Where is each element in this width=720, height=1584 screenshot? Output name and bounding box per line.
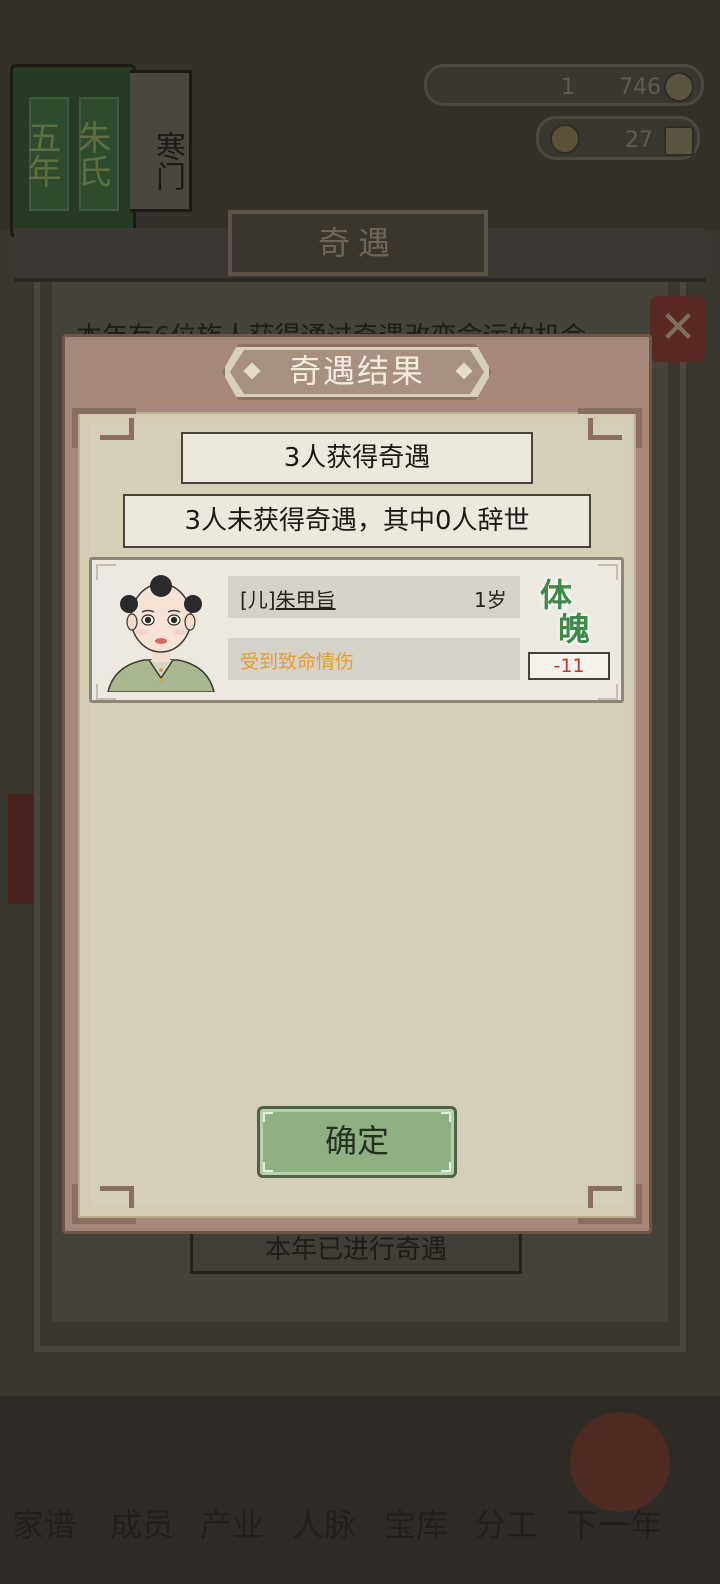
frame-corner-inner [100,418,134,440]
frame-corner-inner [588,418,622,440]
stat-name-physique: 体 魄 [540,578,606,648]
nav-next-year[interactable]: 下一年 [566,1500,662,1546]
book-tag-year: 五年 [21,97,69,211]
close-icon: ✕ [659,302,697,353]
resource-value-2: 746 [619,75,661,100]
confirm-button-label[interactable]: 确定 [257,1106,457,1178]
member-name-line: [儿]朱甲旨 [240,584,336,613]
modal-title: 奇遇结果 [288,352,425,390]
book-side-label: 寒门 [130,70,192,212]
frame-corner-inner [588,1186,622,1208]
nav-industry[interactable]: 产业 [200,1500,264,1546]
lantern-icon [570,1412,670,1512]
resource-pill-silver: 1 746 [424,64,704,106]
side-tab [8,794,34,904]
coin-icon [664,72,694,102]
resource-value-3: 27 [625,128,653,153]
card-corner [598,684,618,700]
member-relation: [儿] [240,588,276,612]
summary-no-encounter: 3人未获得奇遇，其中0人辞世 [123,494,591,548]
stat-name-char-2: 魄 [558,610,591,648]
nav-treasury[interactable]: 宝库 [384,1500,448,1546]
outer-panel-title: 奇遇 [228,210,488,276]
book-tag-family: 朱氏 [71,97,119,211]
child-portrait-icon [107,575,215,692]
member-avatar[interactable] [104,566,218,692]
nav-family-tree[interactable]: 家谱 [12,1500,76,1546]
nav-members[interactable]: 成员 [110,1500,174,1546]
add-icon[interactable] [664,126,694,156]
stat-name-char-1: 体 [540,576,573,614]
stat-change-badge: -11 [528,652,610,680]
summary-got-encounter: 3人获得奇遇 [181,432,533,484]
ingot-icon [550,124,580,154]
member-name-link[interactable]: 朱甲旨 [276,588,336,612]
resource-value-1: 1 [561,75,575,100]
member-event: 受到致命情伤 [240,651,355,673]
frame-corner-inner [100,1186,134,1208]
nav-connections[interactable]: 人脉 [292,1500,356,1546]
family-book: 五年 朱氏 [10,64,136,238]
nav-assignment[interactable]: 分工 [474,1500,538,1546]
member-age: 1岁 [474,588,507,612]
close-button[interactable]: ✕ [650,296,706,362]
